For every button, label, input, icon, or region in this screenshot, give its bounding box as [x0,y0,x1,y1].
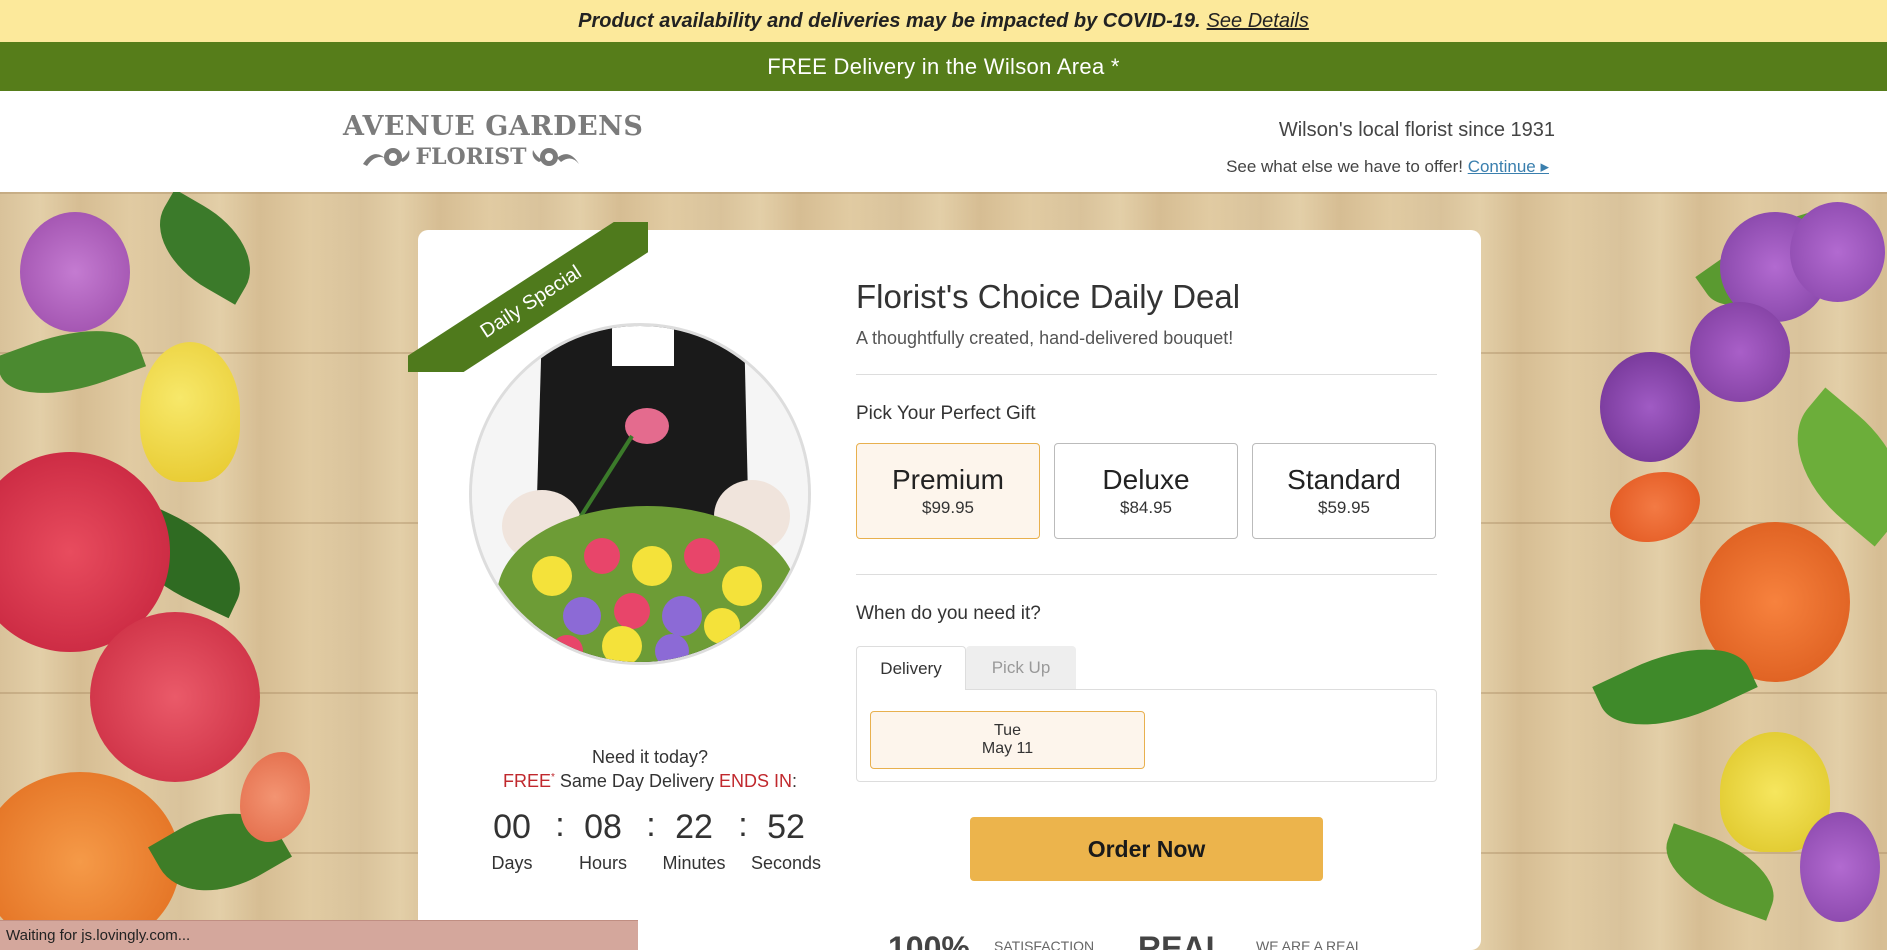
option-name: Premium [891,464,1004,495]
tab-pickup[interactable]: Pick Up [966,646,1076,690]
satisfaction-badge-number: 100% [888,930,970,950]
pick-gift-label: Pick Your Perfect Gift [856,403,1036,424]
real-florist-badge: REAL [1138,930,1226,950]
header-subtext-label: See what else we have to offer! [1226,157,1463,176]
countdown-hours-label: Hours [578,853,627,873]
delivery-date-button[interactable]: Tue May 11 [870,711,1145,769]
countdown-seconds-label: Seconds [750,853,822,873]
real-florist-label: WE ARE A REAL [1256,938,1363,950]
option-price: $84.95 [1120,498,1172,517]
bouquet-image [469,323,811,665]
rose-icon [532,148,579,166]
need-it-today: Need it today? [591,747,709,767]
deal-title: Florist's Choice Daily Deal [856,278,1241,315]
countdown-hours: 08 [584,808,622,846]
divider [856,574,1437,575]
continue-link[interactable]: Continue ▸ [1468,157,1549,176]
countdown-seconds: 52 [767,808,805,846]
rose-icon [363,148,410,166]
satisfaction-badge-label: SATISFACTION [994,938,1095,950]
promo-text: FREE Delivery in the Wilson Area * [767,53,1120,79]
header-subtext: See what else we have to offer! Continue… [1226,157,1549,177]
option-name: Deluxe [1102,464,1190,495]
free-text: FREE [502,771,551,791]
option-premium[interactable]: Premium $99.95 [856,443,1040,539]
logo-bottom-text: FLORIST [415,144,527,170]
deal-subtitle: A thoughtfully created, hand-delivered b… [856,328,1234,348]
order-now-button[interactable]: Order Now [970,817,1323,881]
alert-text: Product availability and deliveries may … [578,9,1201,32]
countdown-days-label: Days [491,853,533,873]
option-price: $59.95 [1318,498,1370,517]
logo-top-text: AVENUE GARDENS [343,111,644,142]
ends-in-text: ENDS IN [718,771,792,791]
covid-alert-bar: Product availability and deliveries may … [0,0,1887,42]
countdown-minutes-label: Minutes [662,853,726,873]
countdown-minutes: 22 [675,808,713,846]
same-day-text: Same Day Delivery [554,771,719,791]
when-label: When do you need it? [856,603,1041,624]
ends-colon: : [791,771,797,791]
same-day-delivery-line: FREE* Same Day Delivery ENDS IN: [450,771,850,792]
header-tagline: Wilson's local florist since 1931 [1278,119,1555,141]
option-price: $99.95 [922,498,974,517]
option-standard[interactable]: Standard $59.95 [1252,443,1436,539]
option-deluxe[interactable]: Deluxe $84.95 [1054,443,1238,539]
date-day: Tue [994,722,1021,739]
browser-status-bar: Waiting for js.lovingly.com... [0,920,638,950]
see-details-link[interactable]: See Details [1207,10,1309,33]
date-value: May 11 [981,740,1034,757]
florist-logo[interactable]: AVENUE GARDENS FLORIST [343,111,644,177]
free-delivery-bar: FREE Delivery in the Wilson Area * [0,42,1887,91]
divider [856,374,1437,375]
option-name: Standard [1287,464,1401,495]
tab-delivery[interactable]: Delivery [856,646,966,690]
site-header: AVENUE GARDENS FLORIST Wilson's local fl… [0,91,1887,192]
countdown-days: 00 [493,808,531,846]
